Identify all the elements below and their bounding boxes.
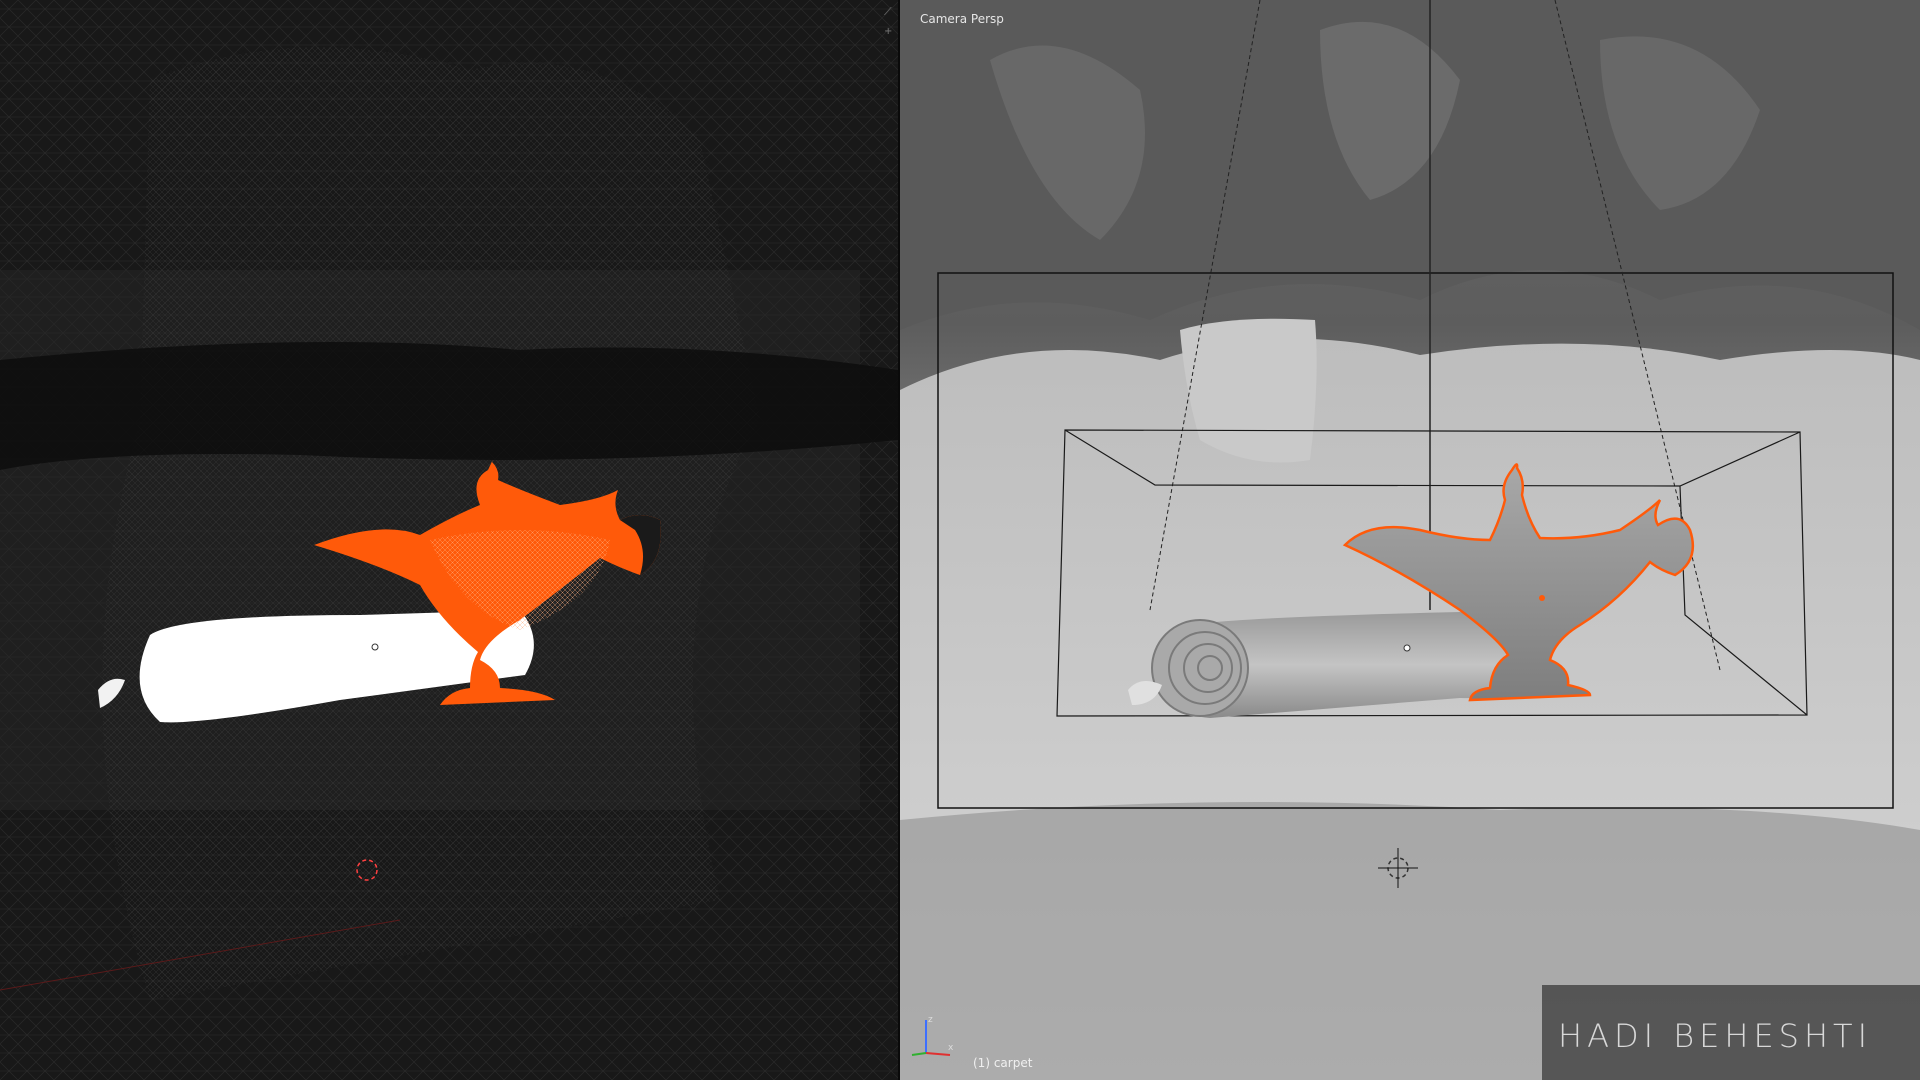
blender-app: ⟋ + z x Camera Persp (1) carpet HADI BEH… [0,0,1920,1080]
area-join-icon[interactable]: + [884,26,896,38]
wireframe-scene [0,0,898,1080]
viewport-title: Camera Persp [920,12,1004,26]
scroll-origin [1403,644,1411,652]
rock-wireframe [102,47,760,1001]
area-split-corner-icon[interactable]: ⟋ [884,6,896,18]
watermark-text: HADI BEHESHTI [1558,1017,1873,1055]
lamp-origin [1539,595,1545,601]
watermark-panel: HADI BEHESHTI [1542,985,1920,1080]
right-camera-viewport[interactable]: z x Camera Persp (1) carpet HADI BEHESHT… [900,0,1920,1080]
solid-scene: z x [900,0,1920,1080]
left-wireframe-viewport[interactable]: ⟋ + [0,0,898,1080]
svg-text:z: z [928,1015,933,1025]
dark-cloth-band [0,342,898,470]
active-object-label: (1) carpet [973,1056,1033,1070]
svg-text:x: x [948,1043,954,1053]
